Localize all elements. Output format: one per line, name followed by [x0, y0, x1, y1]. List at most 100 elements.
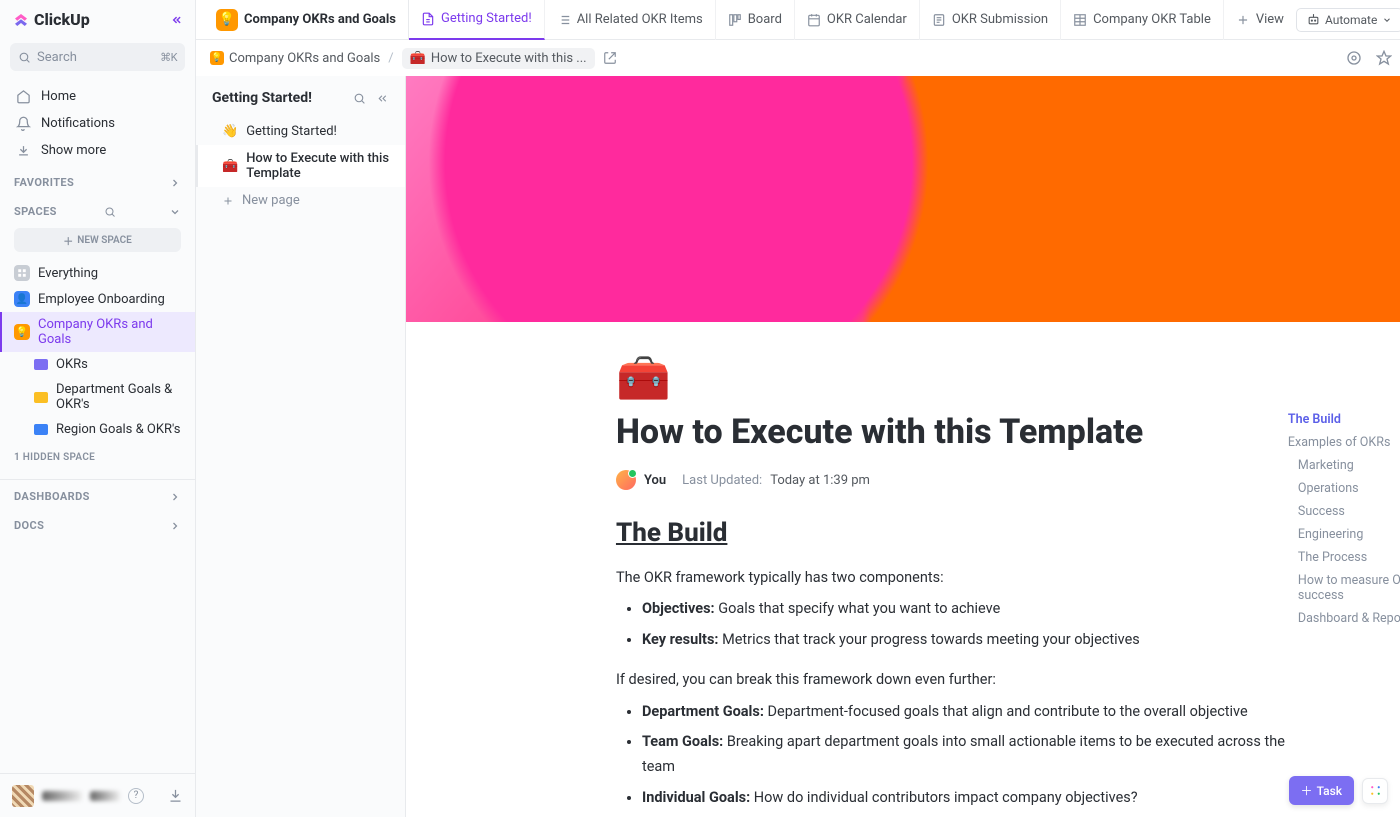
search-placeholder: Search [37, 50, 77, 65]
list-item[interactable]: Key results: Metrics that track your pro… [642, 628, 1286, 653]
tab-table[interactable]: Company OKR Table [1061, 0, 1224, 40]
apps-fab[interactable] [1362, 778, 1388, 804]
author-name: You [644, 473, 666, 488]
space-title[interactable]: 💡 Company OKRs and Goals [204, 0, 409, 40]
space-company-okrs[interactable]: 💡Company OKRs and Goals [0, 312, 195, 352]
outline-item-getting-started[interactable]: 👋Getting Started! [196, 118, 405, 145]
toc-item-measure[interactable]: How to measure OKR success [1288, 569, 1400, 607]
space-employee-onboarding[interactable]: 👤Employee Onboarding [0, 286, 195, 312]
tab-submission[interactable]: OKR Submission [920, 0, 1061, 40]
calendar-icon [807, 13, 821, 27]
list-item[interactable]: Department Goals: Department-focused goa… [642, 700, 1286, 725]
chevron-down-icon[interactable] [169, 206, 181, 218]
search-icon[interactable] [353, 92, 366, 105]
space-everything[interactable]: Everything [0, 260, 195, 286]
grid-icon [17, 268, 27, 278]
toc-item-engineering[interactable]: Engineering [1288, 523, 1400, 546]
folder-okrs[interactable]: OKRs [0, 352, 195, 377]
tag-icon[interactable] [1346, 50, 1362, 66]
app-name: ClickUp [34, 10, 90, 29]
nav-notifications[interactable]: Notifications [6, 110, 189, 137]
sidebar: ClickUp Search ⌘K Home Notifications Sho… [0, 0, 196, 817]
new-task-fab[interactable]: ＋Task [1289, 776, 1354, 805]
nav-show-more[interactable]: Show more [6, 137, 189, 164]
heading-the-build[interactable]: The Build [616, 518, 1286, 548]
help-icon[interactable]: ? [128, 788, 144, 804]
list-item[interactable]: Objectives: Goals that specify what you … [642, 597, 1286, 622]
search-icon[interactable] [104, 206, 116, 218]
search-shortcut: ⌘K [160, 51, 177, 64]
bell-icon [16, 116, 31, 131]
doc-emoji[interactable]: 🧰 [616, 356, 1286, 400]
doc-icon [421, 12, 435, 26]
automate-button[interactable]: Automate [1296, 8, 1400, 32]
board-icon [728, 13, 742, 27]
author-avatar[interactable] [616, 470, 636, 490]
intro-paragraph[interactable]: The OKR framework typically has two comp… [616, 566, 1286, 589]
breadcrumb-separator: / [388, 51, 393, 66]
components-list[interactable]: Objectives: Goals that specify what you … [616, 597, 1286, 652]
nav-list: Home Notifications Show more [0, 81, 195, 166]
tab-all-related[interactable]: All Related OKR Items [545, 0, 716, 40]
table-of-contents: The Build Examples of OKRs Marketing Ope… [1288, 408, 1400, 630]
tab-board[interactable]: Board [716, 0, 795, 40]
list-icon [557, 13, 571, 27]
sidebar-header: ClickUp [0, 0, 195, 39]
home-icon [16, 89, 31, 104]
breadcrumb-current[interactable]: 🧰How to Execute with this ... [402, 48, 595, 69]
apps-icon [1369, 784, 1382, 797]
search-input[interactable]: Search ⌘K [10, 43, 185, 71]
toc-item-dashboard[interactable]: Dashboard & Reporting [1288, 607, 1400, 630]
toc-item-examples[interactable]: Examples of OKRs [1288, 431, 1400, 454]
sidebar-footer: ? [0, 773, 195, 817]
doc-title[interactable]: How to Execute with this Template [616, 412, 1286, 452]
app-logo[interactable]: ClickUp [12, 10, 90, 29]
breadcrumb-root[interactable]: 💡Company OKRs and Goals [210, 51, 380, 66]
download-icon[interactable] [168, 788, 183, 803]
form-icon [932, 13, 946, 27]
toc-item-success[interactable]: Success [1288, 500, 1400, 523]
folder-department-goals[interactable]: Department Goals & OKR's [0, 377, 195, 417]
outline-title: Getting Started! [196, 90, 405, 118]
tab-calendar[interactable]: OKR Calendar [795, 0, 920, 40]
outline-item-howto[interactable]: 🧰How to Execute with this Template [196, 145, 405, 187]
blurred-text [90, 791, 120, 801]
doc-scroll-area[interactable]: 🧰 How to Execute with this Template You … [406, 76, 1400, 817]
workspace-avatar[interactable] [12, 785, 34, 807]
table-icon [1073, 13, 1087, 27]
toc-item-marketing[interactable]: Marketing [1288, 454, 1400, 477]
star-icon[interactable] [1376, 50, 1392, 66]
chevron-down-icon [1382, 15, 1392, 25]
toc-item-build[interactable]: The Build [1288, 408, 1400, 431]
plus-icon [222, 195, 234, 207]
outline-new-page[interactable]: New page [196, 187, 405, 214]
section-spaces[interactable]: SPACES [0, 195, 195, 224]
nav-home[interactable]: Home [6, 83, 189, 110]
further-paragraph[interactable]: If desired, you can break this framework… [616, 668, 1286, 691]
cover-image[interactable] [406, 76, 1400, 322]
download-icon [16, 143, 31, 158]
open-icon[interactable] [603, 51, 617, 65]
section-docs[interactable]: DOCS [0, 509, 195, 538]
folder-region-goals[interactable]: Region Goals & OKR's [0, 417, 195, 442]
main-area: 💡 Company OKRs and Goals Getting Started… [196, 0, 1400, 817]
breakdown-list[interactable]: Department Goals: Department-focused goa… [616, 700, 1286, 811]
space-badge-icon: 💡 [216, 9, 238, 31]
updated-value: Today at 1:39 pm [770, 473, 870, 488]
view-tabs: 💡 Company OKRs and Goals Getting Started… [196, 0, 1400, 40]
robot-icon [1307, 13, 1320, 26]
chevron-right-icon [169, 520, 181, 532]
new-space-button[interactable]: ＋NEW SPACE [14, 228, 181, 252]
collapse-panel-icon[interactable] [376, 92, 389, 105]
tab-getting-started[interactable]: Getting Started! [409, 0, 545, 40]
collapse-sidebar-icon[interactable] [169, 13, 183, 27]
list-item[interactable]: Team Goals: Breaking apart department go… [642, 730, 1286, 779]
toc-item-operations[interactable]: Operations [1288, 477, 1400, 500]
section-dashboards[interactable]: DASHBOARDS [0, 480, 195, 509]
hidden-spaces-label[interactable]: 1 HIDDEN SPACE [0, 442, 195, 473]
list-item[interactable]: Individual Goals: How do individual cont… [642, 786, 1286, 811]
toc-item-process[interactable]: The Process [1288, 546, 1400, 569]
tab-add-view[interactable]: View [1224, 0, 1296, 40]
search-icon [18, 51, 31, 64]
section-favorites[interactable]: FAVORITES [0, 166, 195, 195]
